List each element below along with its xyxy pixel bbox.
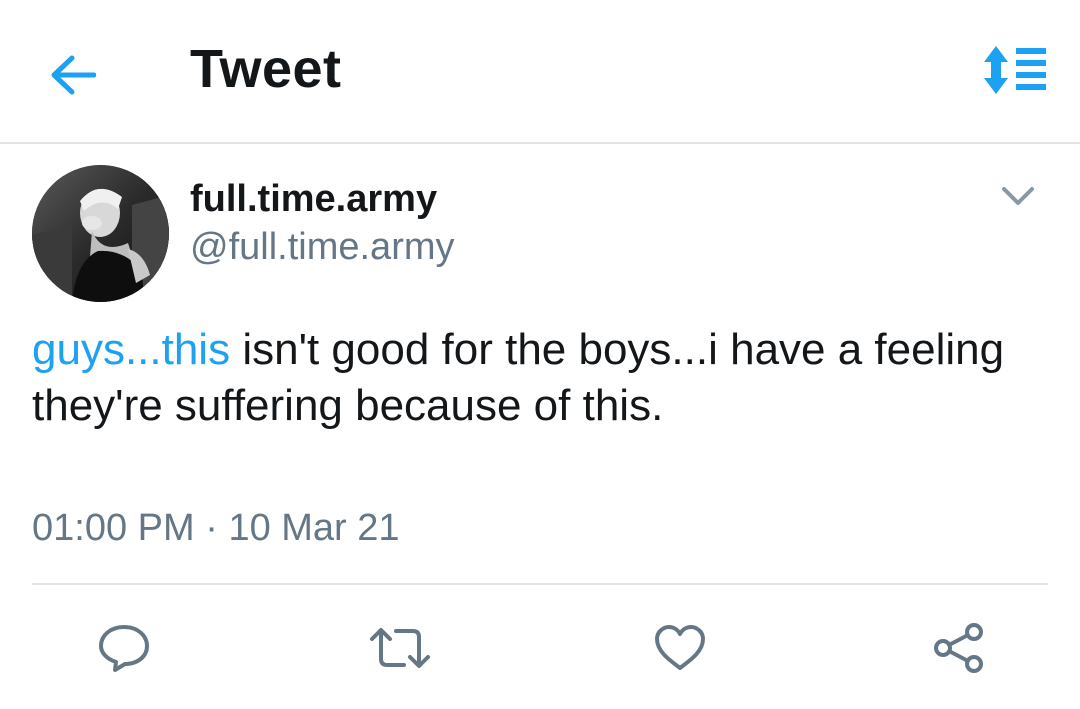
share-icon bbox=[934, 623, 983, 673]
tweet-time: 01:00 PM bbox=[32, 507, 195, 549]
tweet-options-button[interactable] bbox=[994, 176, 1042, 216]
top-bar: Tweet bbox=[0, 0, 1080, 144]
retweet-button[interactable] bbox=[368, 618, 432, 678]
meta-separator: · bbox=[194, 507, 229, 549]
tweet-timestamp: 01:00 PM · 10 Mar 21 bbox=[32, 504, 400, 552]
user-handle[interactable]: @full.time.army bbox=[190, 224, 455, 270]
reply-icon bbox=[99, 625, 149, 672]
back-button[interactable] bbox=[44, 46, 102, 104]
back-arrow-icon bbox=[51, 55, 96, 95]
share-button[interactable] bbox=[926, 618, 990, 678]
tweet-date: 10 Mar 21 bbox=[228, 507, 400, 549]
reply-button[interactable] bbox=[92, 618, 156, 678]
divider bbox=[32, 583, 1048, 585]
sort-list-icon bbox=[984, 46, 1046, 94]
retweet-icon bbox=[370, 628, 430, 668]
heart-icon bbox=[655, 625, 705, 670]
like-button[interactable] bbox=[648, 618, 712, 678]
profile-photo bbox=[32, 165, 169, 302]
avatar[interactable] bbox=[32, 165, 169, 302]
display-name[interactable]: full.time.army bbox=[190, 176, 437, 222]
page-title: Tweet bbox=[190, 39, 342, 99]
tweet-text: guys...this isn't good for the boys...i … bbox=[32, 322, 1042, 434]
chevron-down-icon bbox=[1002, 187, 1034, 205]
tweet-text-link[interactable]: guys...this bbox=[32, 325, 230, 374]
sort-button[interactable] bbox=[978, 40, 1054, 100]
